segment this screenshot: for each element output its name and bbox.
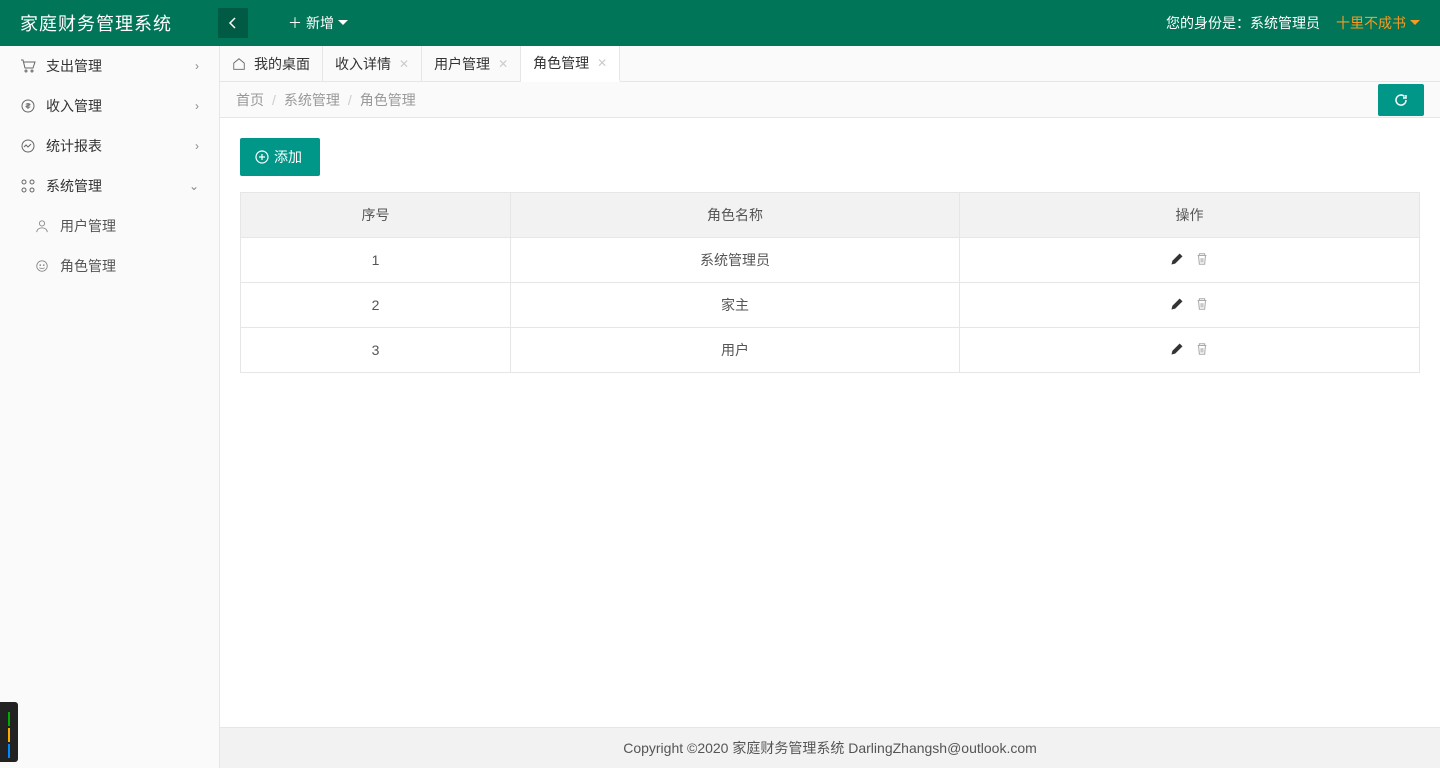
delete-button[interactable]	[1195, 342, 1209, 356]
sidebar-item-system[interactable]: 系统管理 ⌄	[0, 166, 219, 206]
tab-income-detail[interactable]: 收入详情 ✕	[323, 46, 422, 81]
col-header-name: 角色名称	[511, 193, 960, 238]
new-label: 新增	[306, 13, 334, 33]
user-icon	[34, 218, 50, 234]
main-area: 我的桌面 收入详情 ✕ 用户管理 ✕ 角色管理 ✕ 首页 / 系统管理 / 角色…	[220, 46, 1440, 768]
breadcrumb-home[interactable]: 首页	[236, 90, 264, 110]
caret-down-icon	[338, 20, 348, 26]
app-header: 家庭财务管理系统 ＋ 新增 您的身份是：系统管理员 十里不成书	[0, 0, 1440, 46]
chevron-down-icon: ⌄	[189, 179, 199, 193]
chevron-right-icon: ›	[195, 139, 199, 153]
table-row: 2 家主	[241, 283, 1420, 328]
close-icon[interactable]: ✕	[597, 56, 607, 70]
cell-actions	[960, 238, 1420, 283]
table-header-row: 序号 角色名称 操作	[241, 193, 1420, 238]
sidebar-subitem-label: 角色管理	[60, 256, 116, 276]
refresh-button[interactable]	[1378, 84, 1424, 116]
dollar-icon	[20, 98, 36, 114]
add-button[interactable]: 添加	[240, 138, 320, 176]
cell-name: 系统管理员	[511, 238, 960, 283]
close-icon[interactable]: ✕	[399, 57, 409, 71]
page-content: 添加 序号 角色名称 操作 1 系统管理员 2 家主	[220, 118, 1440, 727]
edit-button[interactable]	[1170, 297, 1184, 311]
tab-label: 收入详情	[335, 54, 391, 74]
sidebar-item-expense[interactable]: 支出管理 ›	[0, 46, 219, 86]
breadcrumb-page: 角色管理	[360, 90, 416, 110]
breadcrumb-sep: /	[348, 92, 352, 108]
caret-down-icon	[1410, 20, 1420, 26]
app-logo: 家庭财务管理系统	[0, 10, 220, 36]
role-table: 序号 角色名称 操作 1 系统管理员 2 家主	[240, 192, 1420, 373]
tab-role-manage[interactable]: 角色管理 ✕	[521, 46, 620, 82]
tab-bar: 我的桌面 收入详情 ✕ 用户管理 ✕ 角色管理 ✕	[220, 46, 1440, 82]
col-header-action: 操作	[960, 193, 1420, 238]
sidebar-subitem-user[interactable]: 用户管理	[0, 206, 219, 246]
table-row: 1 系统管理员	[241, 238, 1420, 283]
breadcrumb-sep: /	[272, 92, 276, 108]
cell-id: 2	[241, 283, 511, 328]
header-right: 您的身份是：系统管理员 十里不成书	[1166, 13, 1440, 33]
sidebar-item-income[interactable]: 收入管理 ›	[0, 86, 219, 126]
table-row: 3 用户	[241, 328, 1420, 373]
pencil-icon	[1170, 342, 1184, 356]
chevron-right-icon: ›	[195, 99, 199, 113]
trash-icon	[1195, 342, 1209, 356]
pencil-icon	[1170, 252, 1184, 266]
sidebar-item-label: 收入管理	[46, 96, 102, 116]
chevron-right-icon: ›	[195, 59, 199, 73]
sidebar-collapse-button[interactable]	[218, 8, 248, 38]
sidebar-item-label: 支出管理	[46, 56, 102, 76]
cell-actions	[960, 283, 1420, 328]
pencil-icon	[1170, 297, 1184, 311]
cell-name: 用户	[511, 328, 960, 373]
sidebar-subitem-label: 用户管理	[60, 216, 116, 236]
apps-icon	[20, 178, 36, 194]
chevron-left-icon	[228, 17, 238, 29]
tab-label: 我的桌面	[254, 54, 310, 74]
edit-button[interactable]	[1170, 342, 1184, 356]
cell-id: 1	[241, 238, 511, 283]
delete-button[interactable]	[1195, 297, 1209, 311]
sidebar-subitem-role[interactable]: 角色管理	[0, 246, 219, 286]
trash-icon	[1195, 297, 1209, 311]
new-button[interactable]: ＋ 新增	[288, 13, 348, 33]
add-label: 添加	[274, 147, 302, 167]
sidebar: 支出管理 › 收入管理 › 统计报表 › 系统管理 ⌄	[0, 46, 220, 768]
close-icon[interactable]: ✕	[498, 57, 508, 71]
tab-desktop[interactable]: 我的桌面	[220, 46, 323, 81]
sidebar-item-label: 系统管理	[46, 176, 102, 196]
delete-button[interactable]	[1195, 252, 1209, 266]
tab-user-manage[interactable]: 用户管理 ✕	[422, 46, 521, 81]
refresh-icon	[1393, 92, 1409, 108]
role-label: 您的身份是：系统管理员	[1166, 13, 1320, 33]
sidebar-item-label: 统计报表	[46, 136, 102, 156]
plus-circle-icon	[254, 149, 270, 165]
chart-icon	[20, 138, 36, 154]
breadcrumb: 首页 / 系统管理 / 角色管理	[220, 82, 1440, 118]
breadcrumb-section[interactable]: 系统管理	[284, 90, 340, 110]
home-icon	[232, 57, 246, 71]
tab-label: 用户管理	[434, 54, 490, 74]
user-menu[interactable]: 十里不成书	[1336, 13, 1420, 33]
edit-button[interactable]	[1170, 252, 1184, 266]
col-header-id: 序号	[241, 193, 511, 238]
sidebar-item-report[interactable]: 统计报表 ›	[0, 126, 219, 166]
cell-name: 家主	[511, 283, 960, 328]
plus-icon: ＋	[288, 13, 302, 33]
face-icon	[34, 258, 50, 274]
username-label: 十里不成书	[1336, 13, 1406, 33]
cart-icon	[20, 58, 36, 74]
cell-actions	[960, 328, 1420, 373]
footer: Copyright ©2020 家庭财务管理系统 DarlingZhangsh@…	[220, 727, 1440, 768]
tab-label: 角色管理	[533, 53, 589, 73]
dev-indicator	[0, 702, 18, 762]
trash-icon	[1195, 252, 1209, 266]
cell-id: 3	[241, 328, 511, 373]
